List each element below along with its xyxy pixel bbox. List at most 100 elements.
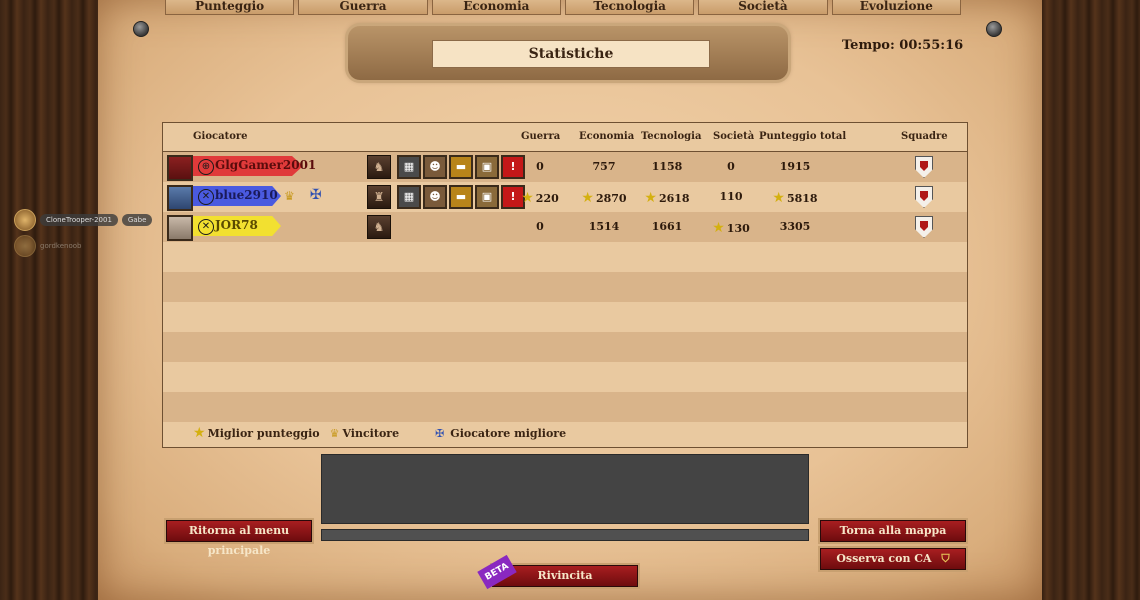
medal-icon: ✠	[310, 187, 322, 203]
tab-societa[interactable]: Società	[698, 0, 828, 15]
civ-emblem-icon	[167, 155, 193, 181]
feudal-age-icon: ☻	[423, 155, 447, 179]
shield-icon: ⛉	[941, 552, 950, 565]
stats-table: Giocatore Guerra Economia Tecnologia Soc…	[162, 122, 968, 448]
economy-score: 1514	[588, 220, 620, 233]
table-row[interactable]: ✕ blue2910 ♛ ✠ ♜ ▦ ☻ ▬ ▣ ! ★ 220 ★ 2870 ★ 2…	[163, 182, 967, 212]
tab-tecnologia[interactable]: Tecnologia	[564, 0, 695, 15]
tab-evoluzione[interactable]: Evoluzione	[831, 0, 961, 15]
unit-portrait-icon: ♞	[367, 215, 391, 239]
header-teams: Squadre	[901, 131, 948, 142]
chat-log	[321, 454, 809, 524]
header-player: Giocatore	[193, 131, 248, 142]
unit-portrait-icon: ♜	[367, 185, 391, 209]
side-player-list: CloneTrooper-2001 Gabe gordkenoob	[14, 209, 156, 261]
player-name: blue2910	[215, 188, 278, 202]
tech-score: ★ 2618	[644, 190, 690, 206]
xbox-icon: ✕	[198, 189, 214, 205]
castle-age-icon: ▬	[449, 185, 473, 209]
game-timer: Tempo: 00:55:16	[842, 38, 964, 53]
tech-score: 1661	[651, 220, 683, 233]
dark-age-icon: ▦	[397, 185, 421, 209]
star-icon: ★	[644, 190, 657, 206]
header-economy: Economia	[579, 131, 635, 142]
team-shield-icon	[915, 186, 933, 208]
total-score: 3305	[779, 220, 811, 233]
empty-row	[163, 242, 967, 272]
war-score: 0	[536, 220, 544, 233]
table-header: Giocatore Guerra Economia Tecnologia Soc…	[163, 123, 967, 152]
empty-row	[163, 302, 967, 332]
rivet-icon	[133, 21, 149, 37]
chat-input[interactable]	[321, 529, 809, 541]
header-total: Punteggio total	[759, 131, 847, 142]
header-society: Società	[713, 131, 755, 142]
empty-row	[163, 272, 967, 302]
legend-winner: Vincitore	[342, 426, 400, 440]
legend-best-player: Giocatore migliore	[450, 426, 567, 440]
side-player[interactable]: CloneTrooper-2001 Gabe	[14, 209, 156, 231]
player-name: JOR78	[215, 218, 258, 232]
star-icon: ★	[521, 190, 534, 206]
side-player-name: CloneTrooper-2001	[40, 214, 118, 226]
society-score: 0	[727, 160, 735, 173]
legend: ★ Miglior punteggio ♛ Vincitore ✠ Giocat…	[193, 425, 566, 441]
wood-panel-right	[1030, 0, 1140, 600]
dark-age-icon: ▦	[397, 155, 421, 179]
avatar	[14, 209, 36, 231]
wood-panel-left	[0, 0, 110, 600]
age-icons: ▦ ☻ ▬ ▣ !	[397, 155, 527, 179]
castle-age-icon: ▬	[449, 155, 473, 179]
economy-score: ★ 2870	[581, 190, 627, 206]
table-row[interactable]: ⊕ GlgGamer2001 ♞ ▦ ☻ ▬ ▣ ! 0 757 1158 0 …	[163, 152, 967, 182]
side-player-tag: Gabe	[121, 214, 153, 226]
table-row[interactable]: ✕ JOR78 ♞ 0 1514 1661 ★ 130 3305	[163, 212, 967, 242]
society-score: ★ 130	[712, 220, 750, 236]
globe-icon: ⊕	[198, 159, 214, 175]
medal-icon: ✠	[435, 426, 445, 440]
star-icon: ★	[193, 425, 206, 441]
civ-emblem-icon	[167, 185, 193, 211]
crown-icon: ♛	[329, 426, 340, 440]
legend-best-score: Miglior punteggio	[207, 426, 320, 440]
stats-tabs: Punteggio Guerra Economia Tecnologia Soc…	[165, 0, 965, 16]
tab-economia[interactable]: Economia	[431, 0, 561, 15]
empty-row	[163, 332, 967, 362]
side-player-name: gordkenoob	[40, 242, 82, 250]
rivet-icon	[986, 21, 1002, 37]
economy-score: 757	[592, 160, 616, 173]
feudal-age-icon: ☻	[423, 185, 447, 209]
crown-icon: ♛	[284, 189, 295, 203]
star-icon: ★	[712, 220, 725, 236]
unit-portrait-icon: ♞	[367, 155, 391, 179]
total-score: 1915	[779, 160, 811, 173]
war-score: 0	[536, 160, 544, 173]
team-shield-icon	[915, 156, 933, 178]
alert-icon: !	[501, 155, 525, 179]
tech-score: 1158	[651, 160, 683, 173]
tab-guerra[interactable]: Guerra	[298, 0, 428, 15]
page-title: Statistiche	[432, 40, 710, 68]
star-icon: ★	[772, 190, 785, 206]
war-score: ★ 220	[521, 190, 559, 206]
back-to-map-button[interactable]: Torna alla mappa	[820, 520, 966, 542]
header-tech: Tecnologia	[641, 131, 702, 142]
side-player[interactable]: gordkenoob	[14, 235, 156, 257]
main-menu-button[interactable]: Ritorna al menu principale	[166, 520, 312, 557]
xbox-icon: ✕	[198, 219, 214, 235]
watch-ca-label: Osserva con CA	[836, 552, 932, 565]
imperial-age-icon: ▣	[475, 185, 499, 209]
imperial-age-icon: ▣	[475, 155, 499, 179]
age-icons: ▦ ☻ ▬ ▣ !	[397, 185, 527, 209]
watch-ca-button[interactable]: Osserva con CA ⛉	[820, 548, 966, 570]
avatar	[14, 235, 36, 257]
team-shield-icon	[915, 216, 933, 238]
player-name: GlgGamer2001	[215, 158, 317, 172]
total-score: ★ 5818	[772, 190, 818, 206]
star-icon: ★	[581, 190, 594, 206]
empty-row	[163, 392, 967, 422]
society-score: 110	[719, 190, 743, 203]
tab-punteggio[interactable]: Punteggio	[165, 0, 295, 15]
header-war: Guerra	[521, 131, 561, 142]
civ-emblem-icon	[167, 215, 193, 241]
